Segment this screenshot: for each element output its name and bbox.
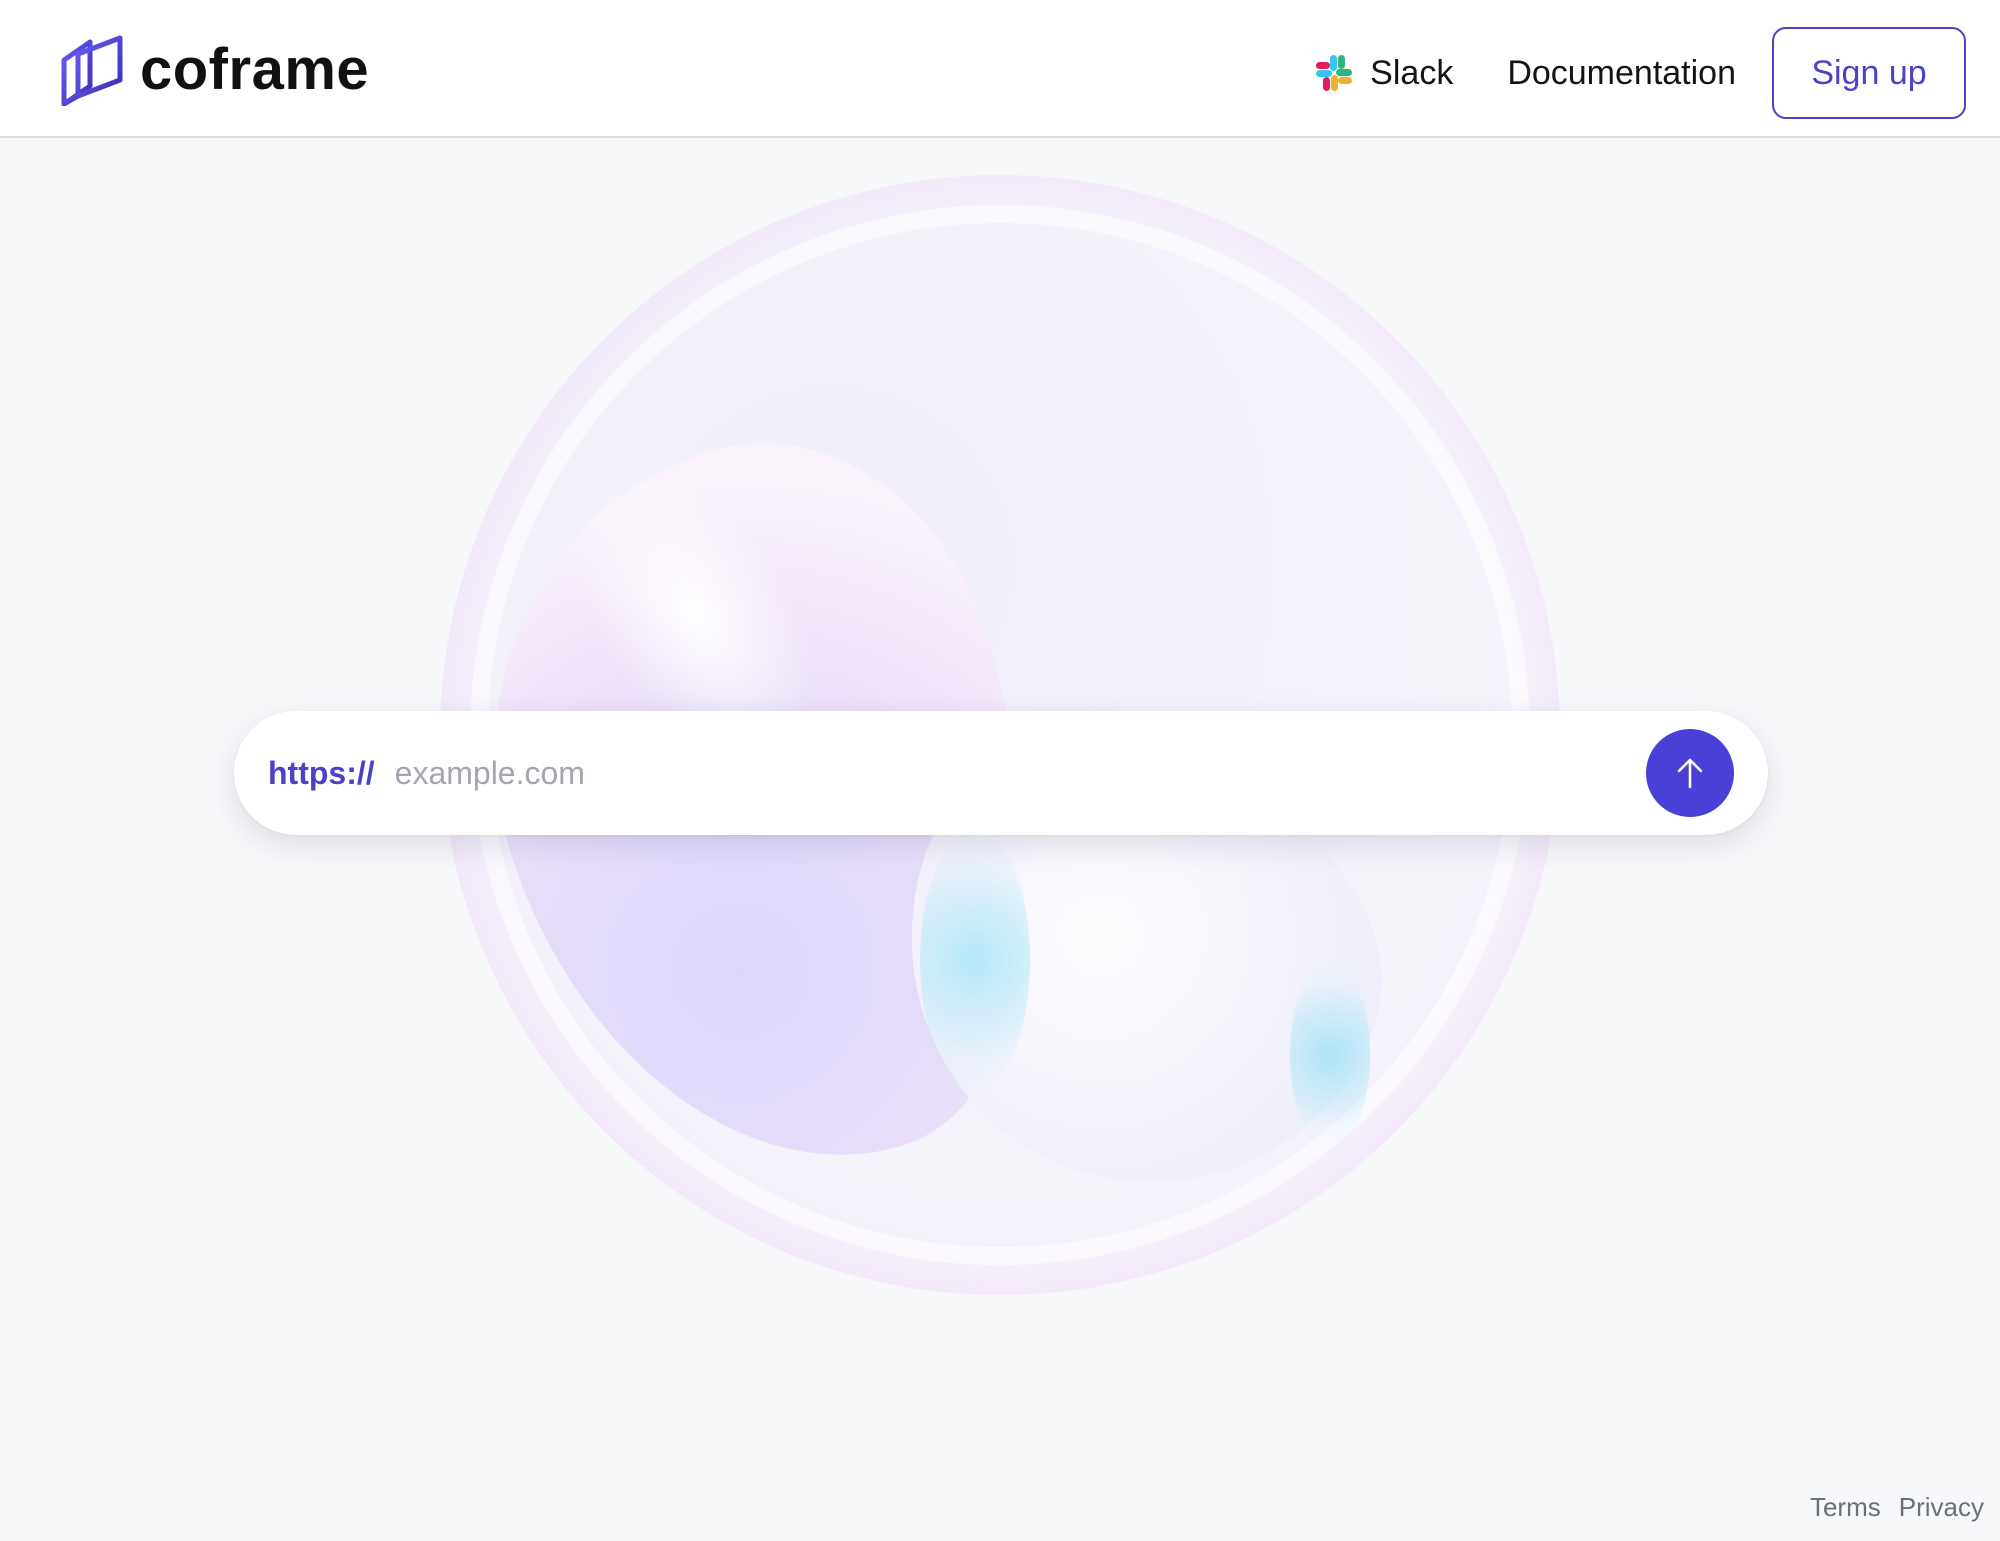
top-nav: Slack Documentation Sign up bbox=[1314, 26, 1966, 120]
terms-link[interactable]: Terms bbox=[1810, 1492, 1881, 1523]
footer-links: Terms Privacy bbox=[1792, 1492, 1984, 1523]
slack-icon bbox=[1316, 55, 1353, 91]
hero-left-blob-edge bbox=[920, 830, 1030, 1090]
submit-url-button[interactable] bbox=[1646, 729, 1734, 817]
privacy-link[interactable]: Privacy bbox=[1899, 1492, 1984, 1523]
sign-up-button[interactable]: Sign up bbox=[1772, 27, 1966, 119]
url-input[interactable] bbox=[392, 753, 1646, 793]
url-bar: https:// bbox=[234, 711, 1768, 835]
slack-link[interactable]: Slack bbox=[1314, 53, 1453, 93]
hero-right-blob-edge bbox=[1290, 960, 1370, 1150]
top-header: coframe Slack Documentation Sign up bbox=[0, 0, 2000, 138]
slack-label: Slack bbox=[1370, 53, 1454, 92]
coframe-logo-icon bbox=[61, 35, 123, 106]
logo-text: coframe bbox=[140, 37, 370, 102]
documentation-link[interactable]: Documentation bbox=[1507, 54, 1736, 93]
arrow-up-icon bbox=[1677, 758, 1703, 789]
coframe-logo[interactable]: coframe bbox=[60, 34, 369, 106]
url-prefix: https:// bbox=[268, 754, 375, 791]
